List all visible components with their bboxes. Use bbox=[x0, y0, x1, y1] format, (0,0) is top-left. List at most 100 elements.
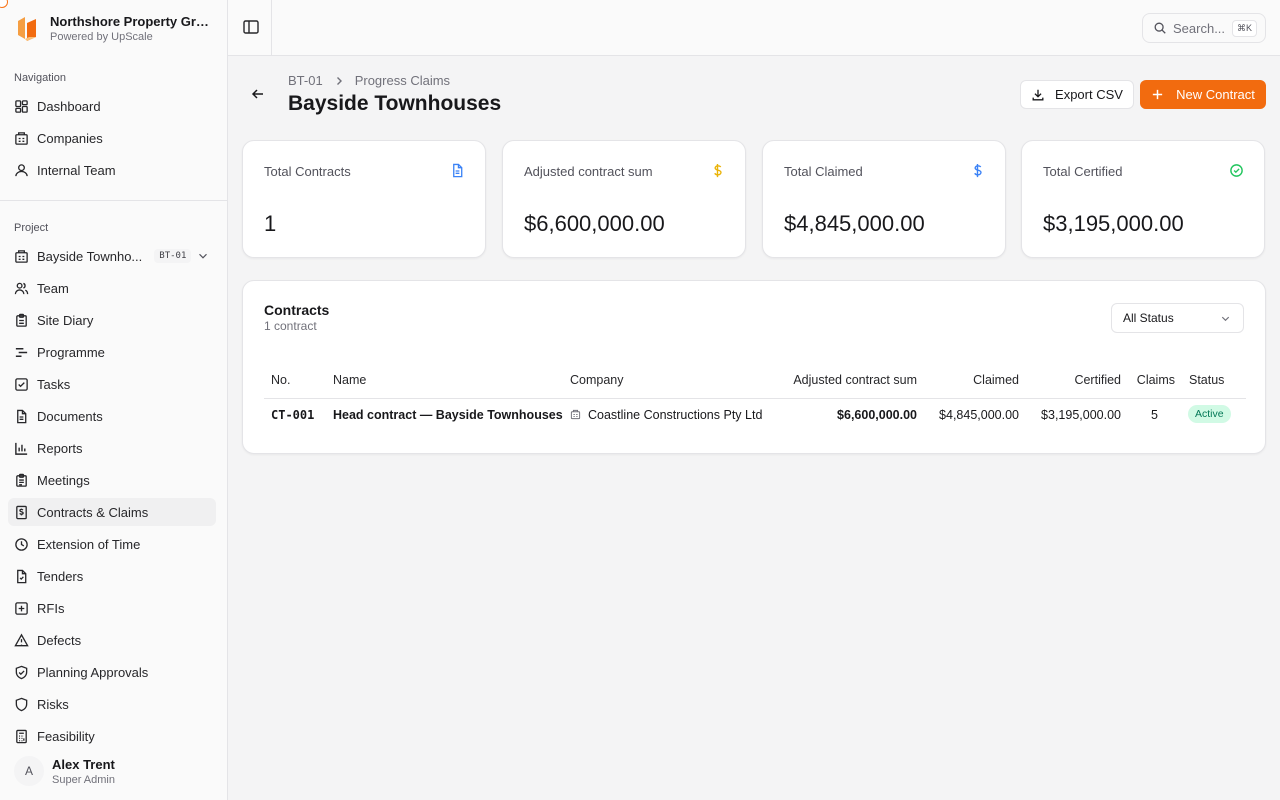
search-shortcut: ⌘K bbox=[1231, 20, 1257, 37]
sidebar-item-feasibility[interactable]: Feasibility bbox=[8, 722, 216, 750]
contract-name[interactable]: Head contract — Bayside Townhouses bbox=[333, 408, 563, 422]
sidebar-item-companies[interactable]: Companies bbox=[8, 124, 216, 152]
sidebar-item-planning-approvals[interactable]: Planning Approvals bbox=[8, 658, 216, 686]
topbar-divider bbox=[271, 0, 272, 56]
sidebar-item-tenders[interactable]: Tenders bbox=[8, 562, 216, 590]
breadcrumb: BT-01 Progress Claims bbox=[288, 73, 450, 88]
column-header-adjusted-sum[interactable]: Adjusted contract sum bbox=[773, 373, 917, 387]
sidebar-item-label: Contracts & Claims bbox=[37, 504, 149, 520]
user-name: Alex Trent bbox=[52, 756, 115, 772]
sidebar-item-risks[interactable]: Risks bbox=[8, 690, 216, 718]
chevron-down-icon bbox=[199, 253, 207, 259]
sidebar-item-programme[interactable]: Programme bbox=[8, 338, 216, 366]
sidebar-item-meetings[interactable]: Meetings bbox=[8, 466, 216, 494]
dollar-icon bbox=[714, 163, 722, 178]
stat-value: 1 bbox=[264, 211, 277, 236]
status-filter-select[interactable]: All Status bbox=[1111, 303, 1244, 333]
contracts-panel: Contracts 1 contract All Status No. Name… bbox=[242, 280, 1266, 454]
sidebar-item-documents[interactable]: Documents bbox=[8, 402, 216, 430]
sidebar-item-team[interactable]: Team bbox=[8, 274, 216, 302]
stat-card-total-claimed: Total Claimed $4,845,000.00 bbox=[762, 140, 1006, 258]
new-contract-label: New Contract bbox=[1176, 87, 1255, 102]
new-contract-button[interactable]: New Contract bbox=[1140, 80, 1266, 109]
back-arrow-icon[interactable] bbox=[250, 86, 266, 102]
search-input[interactable]: Search... ⌘K bbox=[1142, 13, 1266, 43]
brand[interactable]: Northshore Property Gro... Powered by Up… bbox=[16, 14, 212, 43]
sidebar: Northshore Property Gro... Powered by Up… bbox=[0, 0, 228, 800]
sidebar-item-label: Extension of Time bbox=[37, 536, 141, 552]
users-icon bbox=[14, 281, 29, 296]
sidebar-item-label: Tasks bbox=[37, 376, 71, 392]
column-header-company[interactable]: Company bbox=[570, 373, 624, 387]
contract-adjusted-sum: $6,600,000.00 bbox=[837, 408, 917, 422]
shield-icon bbox=[14, 697, 29, 712]
column-header-status[interactable]: Status bbox=[1189, 373, 1224, 387]
sidebar-item-tasks[interactable]: Tasks bbox=[8, 370, 216, 398]
bar-chart-icon bbox=[14, 441, 29, 456]
status-filter-value: All Status bbox=[1123, 311, 1174, 325]
stat-card-total-contracts: Total Contracts 1 bbox=[242, 140, 486, 258]
sidebar-item-label: Planning Approvals bbox=[37, 664, 149, 680]
sidebar-item-label: RFIs bbox=[37, 600, 65, 616]
clipboard-list-icon bbox=[14, 473, 29, 488]
clipboard-icon bbox=[14, 313, 29, 328]
gantt-icon bbox=[14, 345, 29, 360]
user-profile[interactable]: A Alex Trent Super Admin bbox=[14, 756, 115, 786]
sidebar-toggle-icon[interactable] bbox=[242, 18, 260, 36]
column-header-no[interactable]: No. bbox=[271, 373, 290, 387]
brand-subtitle: Powered by UpScale bbox=[50, 31, 153, 43]
receipt-icon bbox=[14, 505, 29, 520]
contract-no: CT-001 bbox=[271, 408, 315, 422]
sidebar-item-label: Site Diary bbox=[37, 312, 94, 328]
contracts-title: Contracts bbox=[264, 302, 330, 318]
alert-triangle-icon bbox=[14, 633, 29, 648]
company-name: Coastline Constructions Pty Ltd bbox=[588, 408, 763, 422]
plus-icon bbox=[1152, 89, 1163, 100]
stat-label: Adjusted contract sum bbox=[524, 164, 653, 179]
sidebar-item-label: Programme bbox=[37, 344, 105, 360]
sidebar-item-defects[interactable]: Defects bbox=[8, 626, 216, 654]
calculator-icon bbox=[14, 729, 29, 744]
chevron-right-icon bbox=[336, 76, 342, 85]
sidebar-item-contracts-claims[interactable]: Contracts & Claims bbox=[8, 498, 216, 526]
sidebar-item-extension-of-time[interactable]: Extension of Time bbox=[8, 530, 216, 558]
building-icon bbox=[14, 131, 29, 146]
export-csv-button[interactable]: Export CSV bbox=[1020, 80, 1134, 109]
message-plus-icon bbox=[14, 601, 29, 616]
contract-claims-count: 5 bbox=[1151, 408, 1158, 422]
sidebar-item-label: Team bbox=[37, 280, 69, 296]
nav-section-label: Navigation bbox=[14, 72, 66, 84]
column-header-claims[interactable]: Claims bbox=[1127, 373, 1175, 387]
project-selector[interactable]: Bayside Townho... BT-01 bbox=[8, 242, 216, 270]
contract-claimed: $4,845,000.00 bbox=[939, 408, 1019, 422]
dashboard-icon bbox=[14, 99, 29, 114]
sidebar-item-internal-team[interactable]: Internal Team bbox=[8, 156, 216, 184]
stat-value: $6,600,000.00 bbox=[524, 211, 665, 236]
clock-icon bbox=[14, 537, 29, 552]
column-header-claimed[interactable]: Claimed bbox=[939, 373, 1019, 387]
stat-label: Total Certified bbox=[1043, 164, 1123, 179]
project-selector-label: Bayside Townho... bbox=[37, 248, 143, 264]
column-header-name[interactable]: Name bbox=[333, 373, 366, 387]
sidebar-item-rfis[interactable]: RFIs bbox=[8, 594, 216, 622]
sidebar-item-reports[interactable]: Reports bbox=[8, 434, 216, 462]
avatar: A bbox=[14, 756, 44, 786]
download-icon bbox=[1032, 89, 1044, 100]
sidebar-item-label: Internal Team bbox=[37, 162, 116, 178]
search-placeholder: Search... bbox=[1173, 20, 1226, 36]
stat-value: $4,845,000.00 bbox=[784, 211, 925, 236]
brand-logo-icon bbox=[18, 16, 36, 41]
sidebar-item-label: Risks bbox=[37, 696, 69, 712]
stat-card-adjusted-sum: Adjusted contract sum $6,600,000.00 bbox=[502, 140, 746, 258]
checkbox-icon bbox=[14, 377, 29, 392]
status-badge: Active bbox=[1188, 405, 1231, 423]
notification-dot bbox=[0, 0, 8, 8]
sidebar-item-label: Tenders bbox=[37, 568, 84, 584]
chevron-down-icon bbox=[1221, 316, 1230, 322]
sidebar-item-site-diary[interactable]: Site Diary bbox=[8, 306, 216, 334]
sidebar-item-dashboard[interactable]: Dashboard bbox=[8, 92, 216, 120]
breadcrumb-project[interactable]: BT-01 bbox=[288, 73, 323, 88]
document-icon bbox=[14, 409, 29, 424]
stat-card-total-certified: Total Certified $3,195,000.00 bbox=[1021, 140, 1265, 258]
column-header-certified[interactable]: Certified bbox=[1041, 373, 1121, 387]
